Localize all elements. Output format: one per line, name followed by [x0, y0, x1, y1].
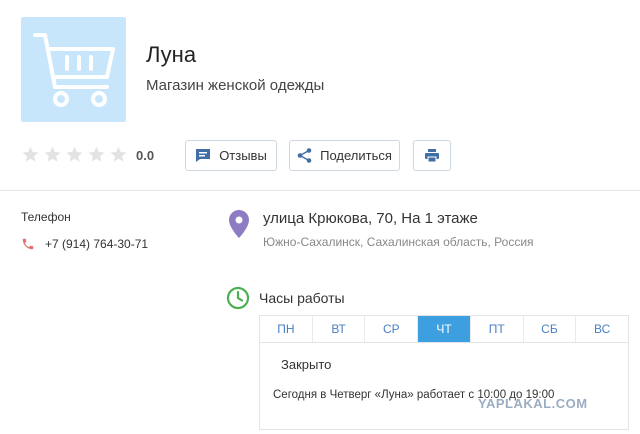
reviews-button[interactable]: Отзывы	[185, 140, 277, 171]
star-icon[interactable]	[109, 145, 128, 164]
tab-saturday[interactable]: СБ	[524, 316, 577, 342]
section-divider	[0, 190, 640, 191]
reviews-label: Отзывы	[219, 148, 267, 163]
share-label: Поделиться	[320, 148, 392, 163]
tab-sunday[interactable]: ВС	[576, 316, 628, 342]
star-icon[interactable]	[21, 145, 40, 164]
tab-thursday[interactable]: ЧТ	[418, 316, 471, 342]
watermark: YAPLAKAL.COM	[478, 396, 588, 411]
star-icon[interactable]	[43, 145, 62, 164]
phone-label: Телефон	[21, 210, 71, 224]
share-button[interactable]: Поделиться	[289, 140, 400, 171]
phone-number[interactable]: +7 (914) 764-30-71	[45, 237, 148, 251]
phone-icon	[22, 238, 34, 250]
hours-panel: Закрыто Сегодня в Четверг «Луна» работае…	[259, 342, 629, 430]
shop-logo	[21, 17, 126, 122]
hours-status: Закрыто	[281, 357, 332, 372]
address-city: Южно-Сахалинск, Сахалинская область, Рос…	[263, 235, 534, 249]
tab-wednesday[interactable]: СР	[365, 316, 419, 342]
tab-monday[interactable]: ПН	[260, 316, 313, 342]
location-pin-icon	[229, 210, 249, 238]
share-icon	[297, 148, 312, 163]
star-icon[interactable]	[87, 145, 106, 164]
comment-icon	[196, 149, 211, 162]
hours-label: Часы работы	[259, 290, 345, 306]
print-icon	[425, 149, 439, 163]
clock-icon	[226, 286, 250, 310]
star-icon[interactable]	[65, 145, 84, 164]
rating-value: 0.0	[136, 148, 155, 163]
phone-row[interactable]: +7 (914) 764-30-71	[21, 237, 148, 251]
rating-stars[interactable]	[21, 145, 128, 164]
shop-name: Луна	[146, 42, 197, 67]
print-button[interactable]	[413, 140, 451, 171]
address-street: улица Крюкова, 70, На 1 этаже	[263, 210, 478, 227]
tab-friday[interactable]: ПТ	[471, 316, 524, 342]
weekday-tabs: ПН ВТ СР ЧТ ПТ СБ ВС	[259, 315, 629, 343]
tab-tuesday[interactable]: ВТ	[313, 316, 366, 342]
shopping-cart-icon	[33, 33, 115, 107]
shop-description: Магазин женской одежды	[146, 77, 325, 94]
